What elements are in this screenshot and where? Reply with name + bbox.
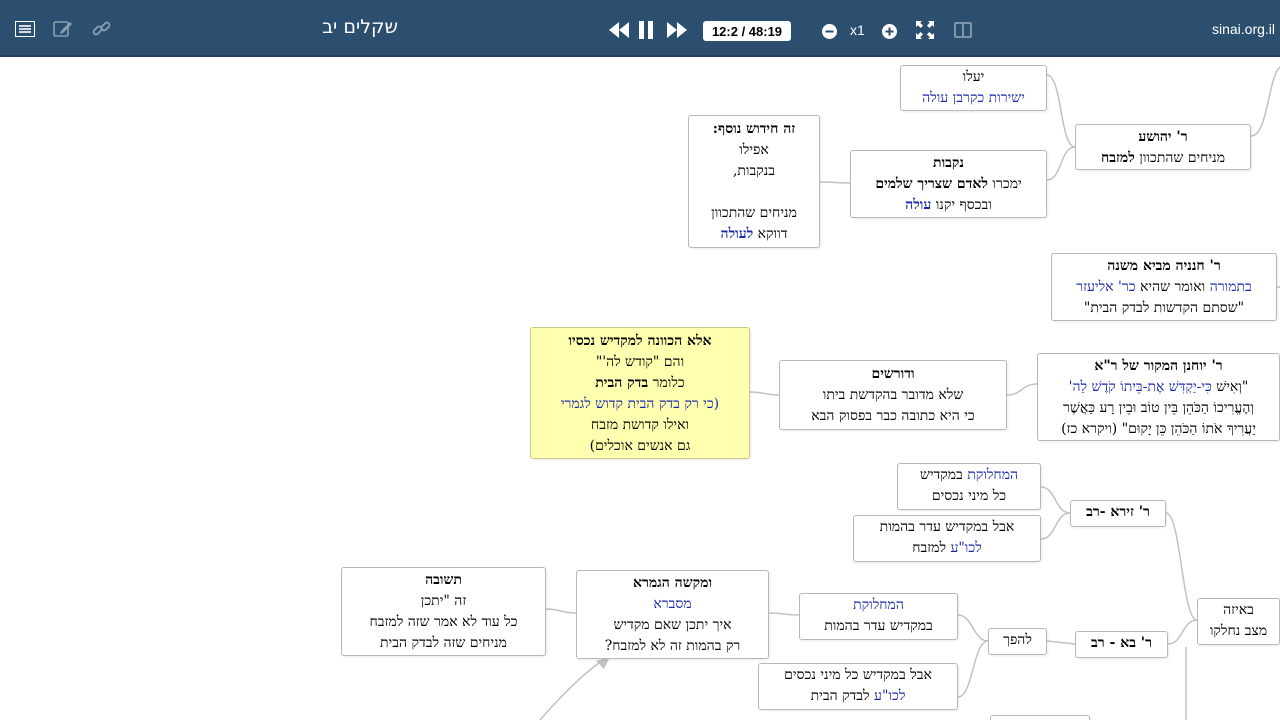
zoom-out-icon[interactable] [821,23,837,39]
node-text: באיזה [1223,602,1254,618]
node-text: ימכרו [987,176,1022,192]
node-chanina[interactable]: ר' חנניה מביא משנה בתמורה ואומר שהיא כר'… [1051,253,1277,321]
node-text: (כי רק בדק הבית קדוש לגמרי [560,396,720,412]
node-makshe[interactable]: ומקשה הגמרא מסברא איך יתכן שאם מקדיש רק … [576,570,769,659]
node-text: ישירות כקרבן עולה [922,90,1025,106]
node-text: מניחים שהתכוון [711,205,797,221]
node-text: תשובה [425,572,462,588]
node-text: אלא הכוונה למקדיש נכסיו [568,333,712,349]
node-text: כל עוד לא אמר שזה למזבח [369,614,518,630]
zoom-in-icon[interactable] [881,23,897,39]
node-text: למזבח [1101,150,1135,166]
node-text: בדק הבית [595,375,649,391]
node-text: ואומר שהיא [1135,279,1210,295]
node-text: אבל במקדיש כל מיני נכסים [784,667,932,683]
node-text: ר' יוחנן המקור של ר"א [1094,358,1223,374]
node-aval-2[interactable]: אבל במקדיש כל מיני נכסים לכו"ע לבדק הבית [758,663,958,710]
site-name[interactable]: sinai.org.il [1212,21,1275,37]
node-text: יעלו [962,69,985,85]
node-text: גם אנשים אוכלים) [589,438,691,454]
node-yehoshua[interactable]: ר' יהושע מניחים שהתכוון למזבח [1075,124,1251,170]
node-text: המחלוקת [853,597,904,613]
node-text: נקבות [933,155,964,171]
node-text: ואילו קדושת מזבח [590,417,690,433]
node-lehefech[interactable]: להפך [988,628,1047,655]
node-text: איך יתכן שאם מקדיש [613,617,732,633]
node-text: ומקשה הגמרא [632,575,713,591]
node-text: יַעֲרִיךְ אֹתוֹ הַכֹּהֵן כֵּן יָקוּם" (ו… [1061,421,1256,437]
node-text: "שסתם הקדשות לבדק הבית" [1083,300,1245,316]
node-ela[interactable]: אלא הכוונה למקדיש נכסיו והם "קודש לה'" כ… [530,327,750,459]
node-text: אפילו [739,142,769,158]
node-aval-1[interactable]: אבל במקדיש עדר בהמות לכו"ע למזבח [853,515,1041,562]
speed-label: x1 [850,22,865,38]
node-text: כר' אליעזר [1076,279,1136,295]
timecode[interactable]: 12:2 / 48:19 [703,21,791,41]
node-text: מצב נחלקו [1209,623,1268,639]
node-zeira[interactable]: ר' זירא -רב [1070,500,1166,527]
node-text: במקדיש [919,467,968,483]
node-ba[interactable]: ר' בא - רב [1075,631,1168,658]
node-text: זה "יתכן [420,593,467,609]
node-chiddush[interactable]: זה חידוש נוסף: אפילו בנקבות, מניחים שהתכ… [688,115,820,248]
node-dorshim[interactable]: ודורשים שלא מדובר בהקדשת ביתו כי היא כתו… [779,360,1007,430]
link-icon[interactable] [91,18,113,40]
node-text: וְהֶעֱרִיכוֹ הַכֹּהֵן בֵּין טוֹב וּבֵין … [1063,400,1254,416]
node-text: כי היא כתובה כבר בפסוק הבא [811,408,975,424]
node-text: שלא מדובר בהקדשת ביתו [822,387,964,403]
node-text: זה חידוש נוסף: [712,121,796,137]
node-text: ר' חנניה מביא משנה [1107,258,1221,274]
node-beeize[interactable]: באיזה מצב נחלקו [1197,598,1280,645]
node-nekevot[interactable]: נקבות ימכרו לאדם שצריך שלמים ובכסף יקנו … [850,150,1047,218]
node-text: להפך [1003,632,1032,648]
node-text: למזבח [912,540,951,556]
node-yalu[interactable]: יעלו ישירות כקרבן עולה [900,65,1047,111]
node-text: "וְאִישׁ [1211,379,1249,395]
node-text: לכו"ע [950,540,982,556]
node-text: מניחים שהתכוון [1134,150,1225,166]
node-text: עולה [905,197,932,213]
node-text: לעולה [720,226,754,242]
node-text: כל מיני נכסים [931,488,1007,504]
node-text: מסברא [653,596,692,612]
node-text: במקדיש עדר בהמות [824,618,933,634]
node-teshuva[interactable]: תשובה זה "יתכן כל עוד לא אמר שזה למזבח מ… [341,567,546,656]
edit-icon[interactable] [52,18,74,40]
node-partial[interactable] [990,715,1090,720]
node-text: מניחים שזה לבדק הבית [380,635,507,651]
page-title: שקלים יב [322,16,398,38]
mindmap-canvas[interactable]: יעלו ישירות כקרבן עולה ר' יהושע מניחים ש… [0,57,1280,720]
node-text: כִּי-יַקְדִּשׁ אֶת-בֵּיתוֹ קֹדֶשׁ לַה' [1068,379,1212,395]
node-text: בתמורה [1209,279,1252,295]
node-text: דווקא [753,226,788,242]
node-text: ודורשים [871,366,915,382]
toolbar: שקלים יב 12:2 / 48:19 x1 sinai.org.il [0,0,1280,57]
node-text: אבל במקדיש עדר בהמות [879,519,1015,535]
node-text: ר' יהושע [1138,129,1188,145]
node-text: ובכסף יקנו [931,197,992,213]
node-text: והם "קודש לה'" [595,354,685,370]
node-machloket-1[interactable]: המחלוקת במקדיש כל מיני נכסים [897,463,1041,510]
node-text: לכו"ע [874,688,906,704]
rewind-icon[interactable] [608,20,630,40]
node-text: כלומר [648,375,685,391]
node-yochanan[interactable]: ר' יוחנן המקור של ר"א "וְאִישׁ כִּי-יַקְ… [1037,353,1280,441]
node-machloket-2[interactable]: המחלוקת במקדיש עדר בהמות [799,593,958,640]
node-text: לבדק הבית [810,688,875,704]
fullscreen-icon[interactable] [915,20,935,40]
split-view-icon[interactable] [953,20,973,40]
fast-forward-icon[interactable] [666,20,688,40]
node-text: רק בהמות זה לא למזבח? [604,638,741,654]
node-text: לאדם שצריך שלמים [875,176,988,192]
pause-icon[interactable] [636,20,656,40]
node-text: בנקבות, [732,163,776,179]
node-text: המחלוקת [967,467,1019,483]
list-icon[interactable] [14,19,36,39]
node-text: ר' זירא -רב [1086,504,1150,520]
node-text: ר' בא - רב [1091,635,1152,651]
